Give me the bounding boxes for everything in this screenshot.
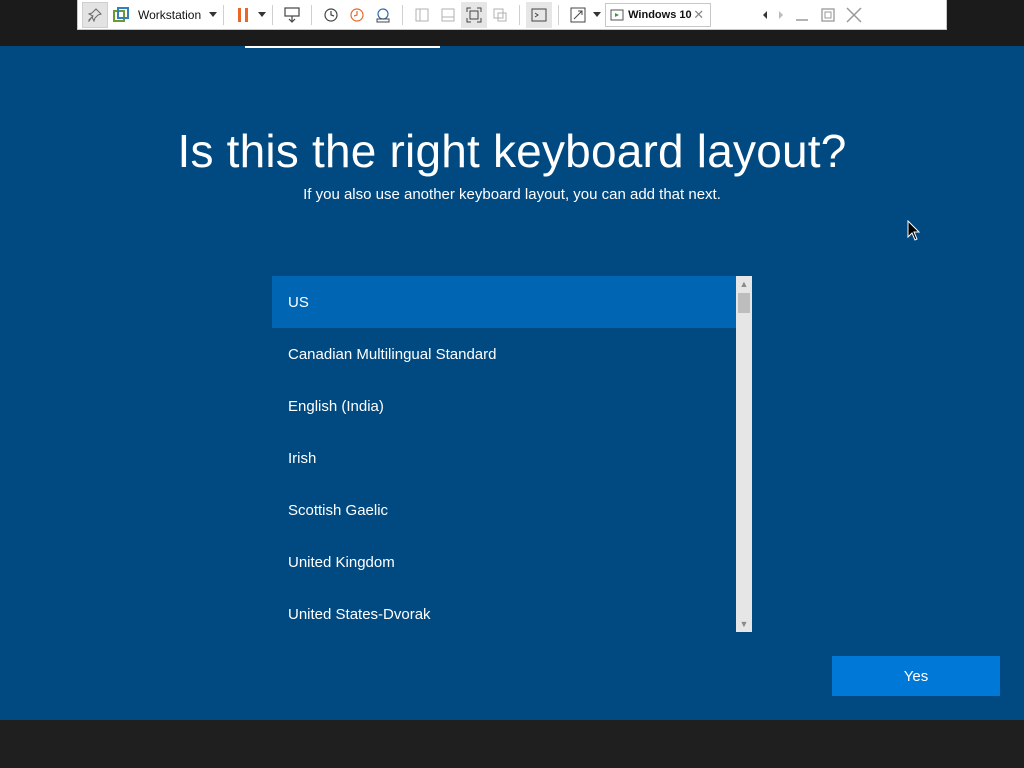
- pause-icon[interactable]: [230, 2, 256, 28]
- toolbar-divider: [272, 4, 274, 25]
- mouse-cursor-icon: [907, 220, 921, 241]
- library-view-icon[interactable]: [409, 2, 435, 28]
- toolbar-divider: [223, 4, 225, 25]
- tab-scroll-left-icon[interactable]: [757, 2, 773, 28]
- keyboard-layout-list[interactable]: US Canadian Multilingual Standard Englis…: [272, 276, 736, 632]
- guest-screen[interactable]: Is this the right keyboard layout? If yo…: [0, 46, 1024, 720]
- vmware-toolbar: Workstation Windows 10 ✕: [77, 0, 947, 30]
- toolbar-divider: [519, 4, 521, 25]
- product-menu-chevron-down-icon[interactable]: [209, 12, 218, 17]
- list-item[interactable]: United Kingdom: [272, 536, 736, 588]
- restore-icon[interactable]: [815, 2, 841, 28]
- tab-windows-10[interactable]: Windows 10 ✕: [605, 2, 712, 27]
- page-title: Is this the right keyboard layout?: [177, 125, 847, 177]
- vm-tab-label: Windows 10: [628, 8, 692, 21]
- yes-button[interactable]: Yes: [832, 656, 1000, 696]
- list-item[interactable]: English (India): [272, 380, 736, 432]
- list-scrollbar[interactable]: ▲ ▼: [736, 276, 752, 632]
- thumbnail-view-icon[interactable]: [435, 2, 461, 28]
- toolbar-divider: [558, 4, 560, 25]
- setup-progress-indicator: [245, 46, 440, 48]
- pin-icon[interactable]: [82, 1, 108, 28]
- list-item[interactable]: Scottish Gaelic: [272, 484, 736, 536]
- snapshot-manager-icon[interactable]: [370, 2, 396, 28]
- scroll-up-icon[interactable]: ▲: [736, 276, 752, 292]
- full-screen-icon[interactable]: [461, 1, 488, 28]
- tab-scroll-right-icon[interactable]: [773, 2, 789, 28]
- list-item[interactable]: US: [272, 276, 736, 328]
- scrollbar-thumb[interactable]: [738, 293, 750, 313]
- product-menu-label[interactable]: Workstation: [138, 8, 201, 22]
- minimize-icon[interactable]: [789, 2, 815, 28]
- send-ctrl-alt-del-icon[interactable]: [279, 2, 305, 28]
- close-icon[interactable]: [841, 2, 867, 28]
- toolbar-divider: [402, 4, 404, 25]
- vm-tab-icon: [610, 9, 624, 20]
- tab-close-icon[interactable]: ✕: [693, 7, 704, 23]
- stretch-guest-icon[interactable]: [565, 2, 591, 28]
- unity-mode-icon[interactable]: [487, 2, 513, 28]
- console-view-icon[interactable]: [526, 1, 553, 28]
- page-subtitle: If you also use another keyboard layout,…: [303, 186, 721, 203]
- list-item[interactable]: Canadian Multilingual Standard: [272, 328, 736, 380]
- workstation-logo-icon: [108, 2, 134, 28]
- toolbar-divider: [311, 4, 313, 25]
- scroll-down-icon[interactable]: ▼: [736, 616, 752, 632]
- snapshot-take-icon[interactable]: [318, 2, 344, 28]
- snapshot-revert-icon[interactable]: [344, 2, 370, 28]
- list-item[interactable]: Irish: [272, 432, 736, 484]
- power-menu-chevron-down-icon[interactable]: [258, 12, 267, 17]
- view-menu-chevron-down-icon[interactable]: [593, 12, 602, 17]
- list-item[interactable]: United States-Dvorak: [272, 588, 736, 632]
